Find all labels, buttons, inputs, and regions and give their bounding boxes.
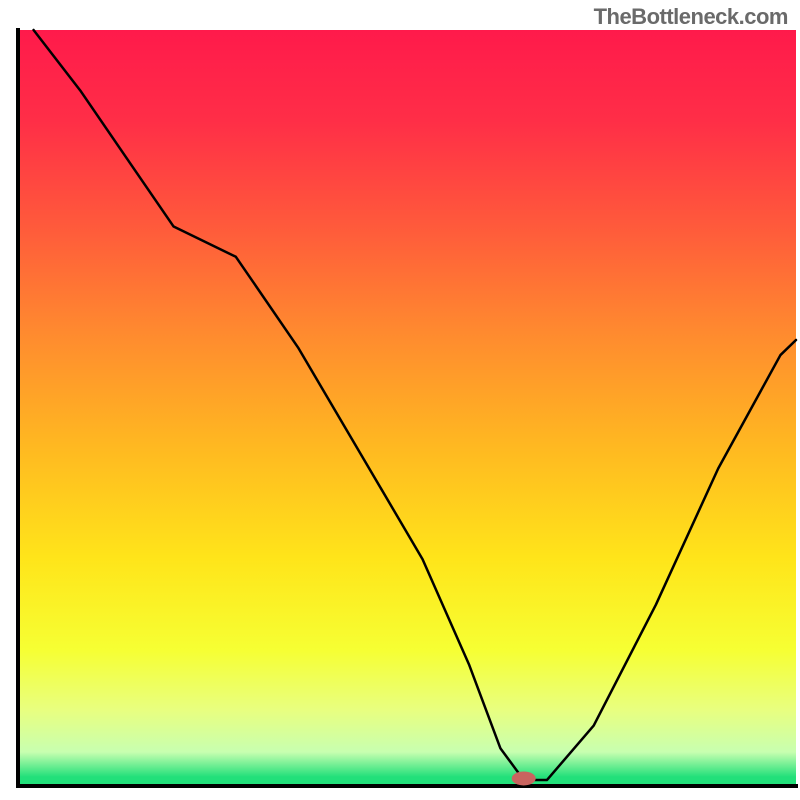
watermark-text: TheBottleneck.com	[594, 4, 788, 30]
bottleneck-chart	[0, 0, 800, 800]
valley-marker	[512, 771, 536, 785]
chart-container: TheBottleneck.com	[0, 0, 800, 800]
plot-background	[18, 30, 796, 786]
